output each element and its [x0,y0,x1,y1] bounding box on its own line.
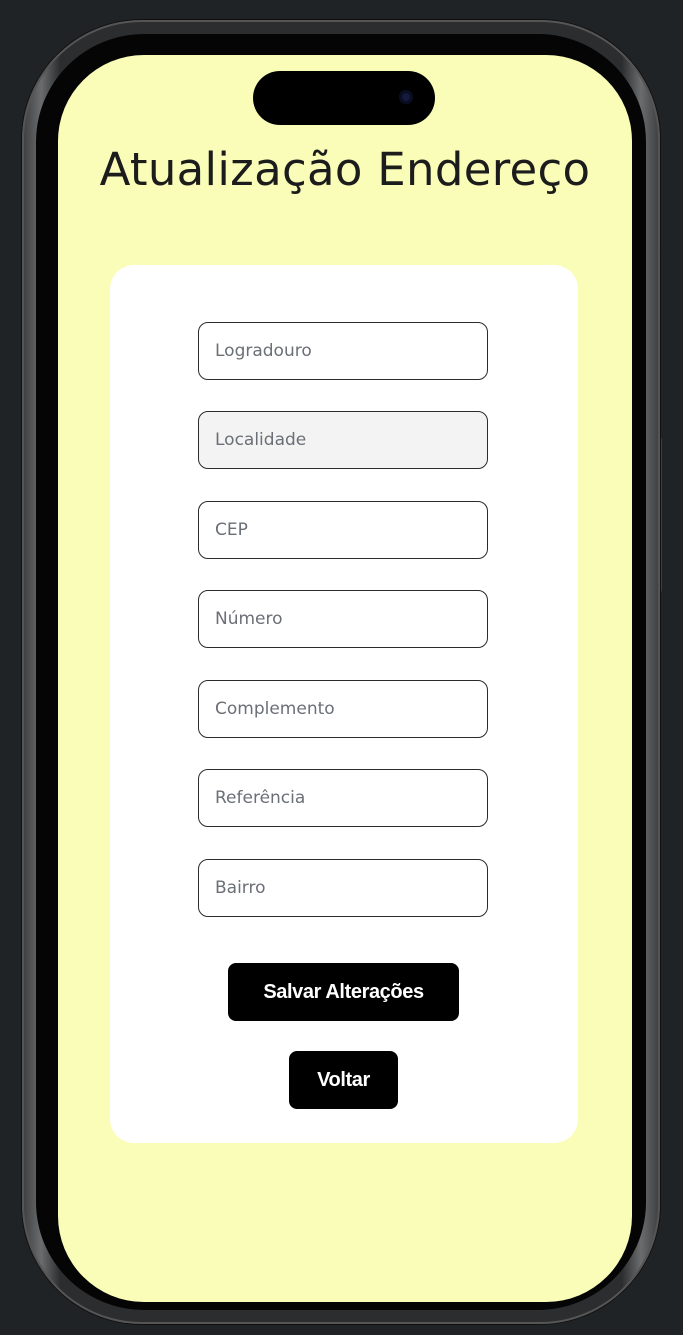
page-title: Atualização Endereço [99,143,591,196]
referencia-input[interactable] [198,769,488,827]
save-changes-button[interactable]: Salvar Alterações [228,963,459,1021]
device-stage: Atualização Endereço Salvar Alterações V… [0,0,683,1335]
complemento-input[interactable] [198,680,488,738]
bairro-input[interactable] [198,859,488,917]
dynamic-island [253,71,435,125]
numero-input[interactable] [198,590,488,648]
back-button[interactable]: Voltar [289,1051,398,1109]
logradouro-input[interactable] [198,322,488,380]
address-form-card: Salvar Alterações Voltar [110,265,578,1143]
phone-screen: Atualização Endereço Salvar Alterações V… [58,55,632,1302]
camera-lens-icon [399,90,413,104]
cep-input[interactable] [198,501,488,559]
localidade-input[interactable] [198,411,488,469]
